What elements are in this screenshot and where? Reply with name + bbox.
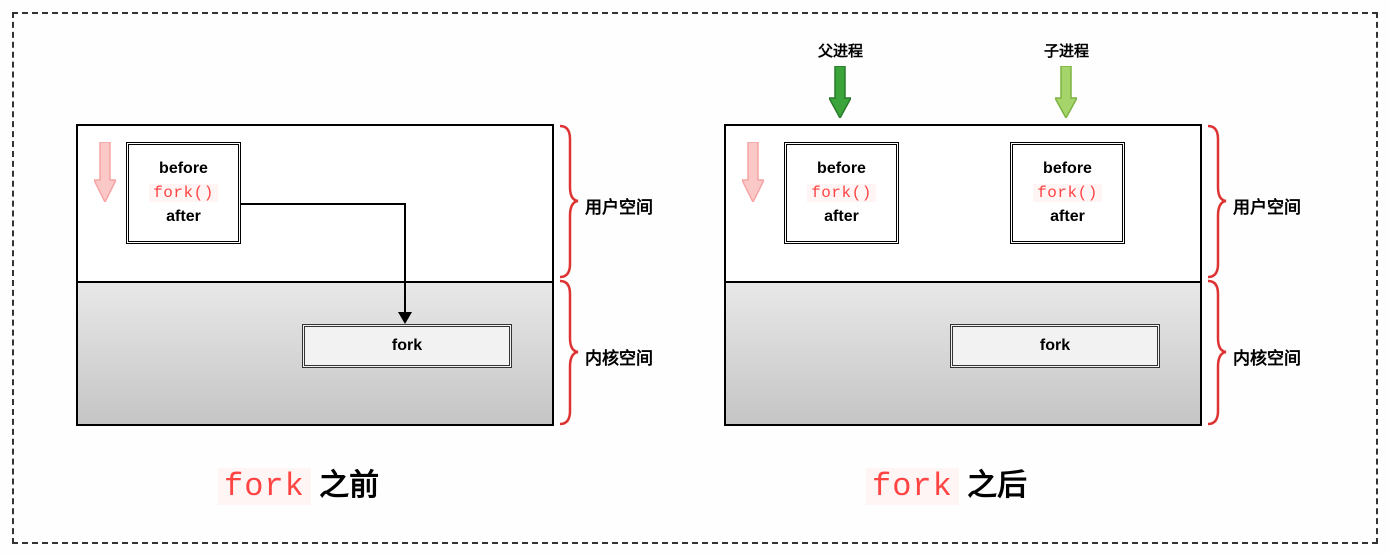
- kernel-fork-label: fork: [392, 337, 422, 355]
- caption-before: fork 之前: [218, 460, 379, 505]
- caption-fork-word: fork: [218, 468, 311, 505]
- parent-code-box: before fork() after: [784, 142, 899, 244]
- parent-process-label: 父进程: [818, 40, 863, 61]
- code-line-before: before: [159, 160, 208, 178]
- code-line-fork: fork(): [807, 184, 876, 202]
- code-line-before: before: [1043, 160, 1092, 178]
- brace-icon: [1206, 124, 1226, 279]
- code-line-after: after: [824, 208, 859, 226]
- execution-arrow-icon: [94, 142, 116, 202]
- caption-suffix: 之前: [311, 469, 379, 502]
- caption-suffix: 之后: [959, 469, 1027, 502]
- caption-after: fork 之后: [866, 460, 1027, 505]
- user-space-label: 用户空间: [1233, 193, 1301, 218]
- parent-arrow-icon: [829, 66, 851, 118]
- connector-line: [404, 203, 406, 316]
- code-line-before: before: [817, 160, 866, 178]
- child-code-box: before fork() after: [1010, 142, 1125, 244]
- brace-icon: [558, 279, 578, 426]
- code-line-fork: fork(): [1033, 184, 1102, 202]
- panel-after-fork: before fork() after before fork() after …: [724, 124, 1202, 426]
- kernel-fork-box: fork: [302, 324, 512, 368]
- process-code-box: before fork() after: [126, 142, 241, 244]
- kernel-space-label: 内核空间: [1233, 344, 1301, 369]
- child-process-label: 子进程: [1044, 40, 1089, 61]
- child-arrow-icon: [1055, 66, 1077, 118]
- kernel-fork-box: fork: [950, 324, 1160, 368]
- caption-fork-word: fork: [866, 468, 959, 505]
- brace-icon: [1206, 279, 1226, 426]
- kernel-space-label: 内核空间: [585, 344, 653, 369]
- kernel-fork-label: fork: [1040, 337, 1070, 355]
- brace-icon: [558, 124, 578, 279]
- connector-line: [241, 203, 405, 205]
- user-space-label: 用户空间: [585, 193, 653, 218]
- arrowhead-icon: [398, 312, 412, 324]
- code-line-fork: fork(): [149, 184, 218, 202]
- code-line-after: after: [166, 208, 201, 226]
- panel-before-fork: before fork() after fork: [76, 124, 554, 426]
- code-line-after: after: [1050, 208, 1085, 226]
- execution-arrow-icon: [742, 142, 764, 202]
